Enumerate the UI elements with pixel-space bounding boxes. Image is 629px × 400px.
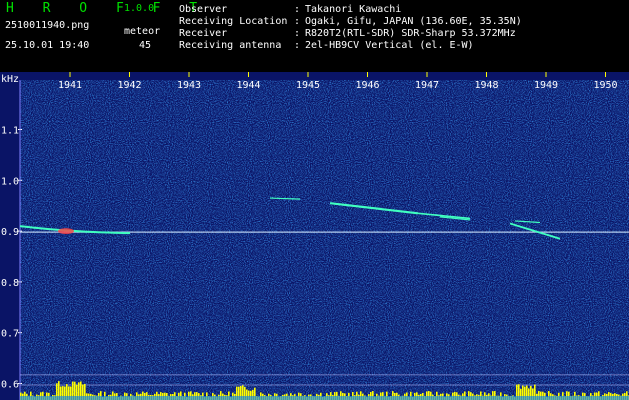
time-tick-label: 1945 — [296, 80, 320, 91]
observer-label: Observer — [179, 4, 228, 15]
location-label: Receiving Location — [179, 16, 288, 27]
y-tick-label: 0.9 — [1, 227, 19, 238]
y-tick-label: 1.0 — [1, 176, 19, 187]
observer-sep: : — [294, 4, 301, 15]
y-tick-label: 0.8 — [1, 278, 19, 289]
echo-head — [58, 228, 74, 235]
y-tick-label: 0.6 — [1, 380, 19, 391]
version-label: 1.0.0 — [124, 3, 155, 14]
time-tick-label: 1948 — [474, 80, 498, 91]
antenna-sep: : — [294, 40, 301, 51]
datetime-label: 25.10.01 19:40 — [5, 40, 90, 51]
receiver-value: R820T2(RTL-SDR) SDR-Sharp 53.372MHz — [305, 28, 516, 39]
receiver-sep: : — [294, 28, 301, 39]
time-tick-label: 1943 — [177, 80, 201, 91]
location-value: Ogaki, Gifu, JAPAN (136.60E, 35.35N) — [305, 16, 522, 27]
meteor-count: 45 — [139, 40, 152, 51]
time-tick-label: 1950 — [593, 80, 617, 91]
time-tick-label: 1946 — [355, 80, 379, 91]
time-tick-label: 1949 — [534, 80, 558, 91]
app-title: H R O F F T — [6, 1, 208, 16]
meteor-label: meteor — [124, 26, 161, 37]
antenna-label: Receiving antenna — [179, 40, 282, 51]
time-tick-label: 1941 — [58, 80, 82, 91]
time-tick-label: 1947 — [415, 80, 439, 91]
time-tick-label: 1944 — [236, 80, 260, 91]
activity-baseline — [20, 396, 629, 400]
y-unit-label: kHz — [1, 74, 19, 85]
antenna-value: 2el-HB9CV Vertical (el. E-W) — [305, 40, 474, 51]
spectrogram-noise — [20, 80, 629, 400]
filename-label: 2510011940.png — [5, 20, 90, 31]
y-tick-label: 0.7 — [1, 329, 19, 340]
observer-value: Takanori Kawachi — [305, 4, 402, 15]
spectrogram-plot: kHz 1.1 1.0 0.9 0.8 0.7 0.6 1941 1942 1943 1944 194… — [0, 72, 629, 400]
location-sep: : — [294, 16, 301, 27]
receiver-label: Receiver — [179, 28, 228, 39]
y-tick-label: 1.1 — [1, 126, 19, 137]
time-tick-label: 1942 — [117, 80, 141, 91]
